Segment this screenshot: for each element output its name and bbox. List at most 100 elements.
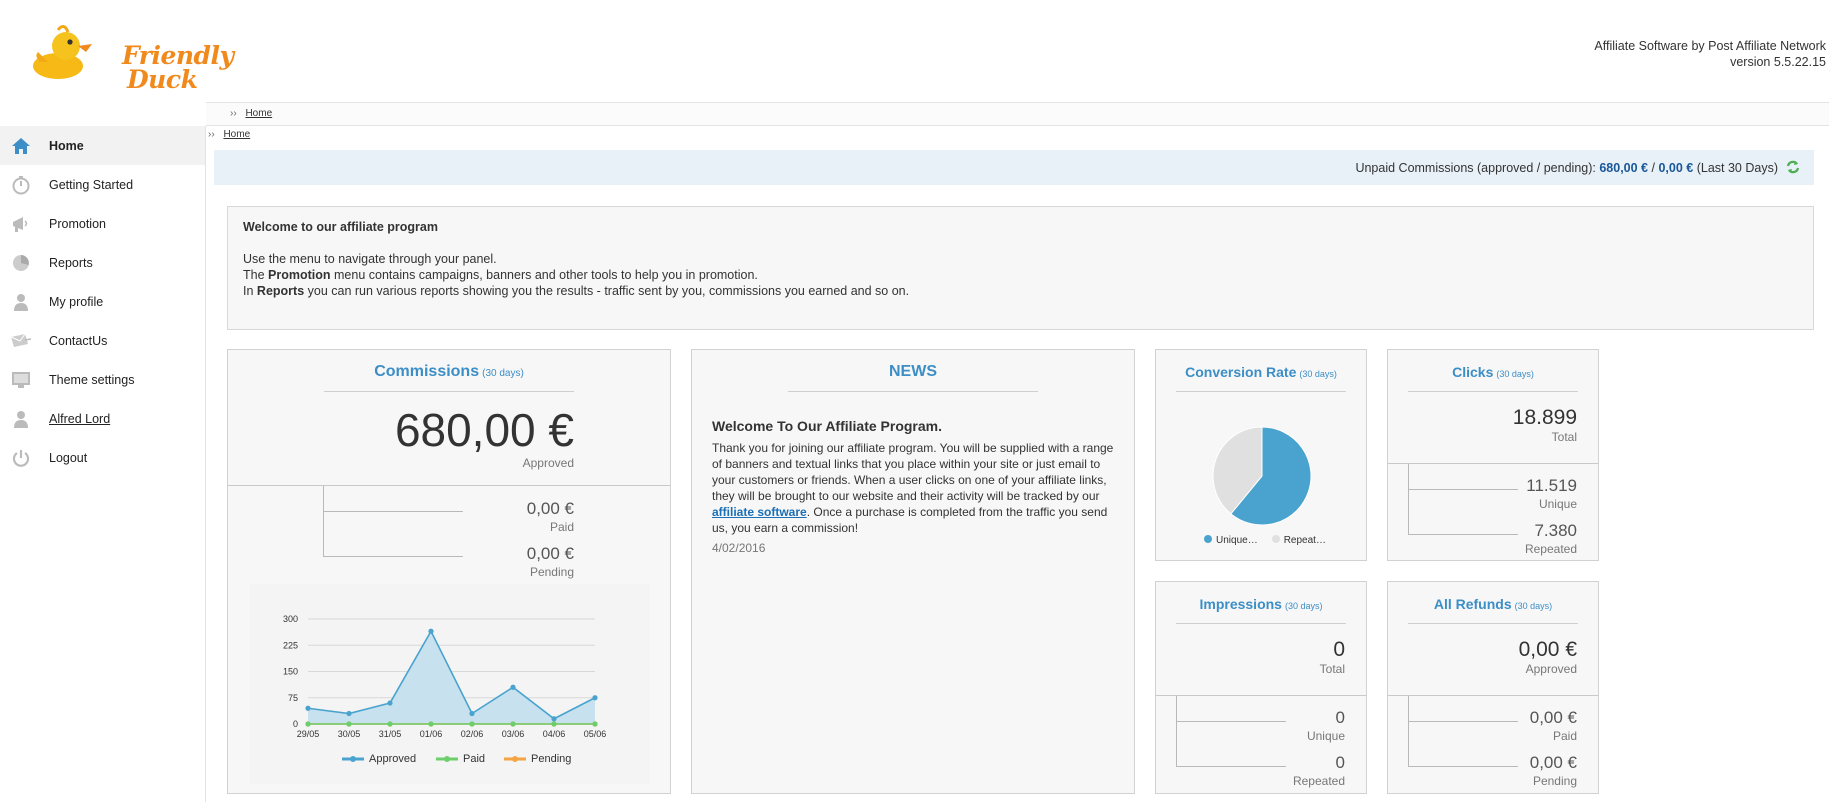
breadcrumb-arrow-icon: ››	[208, 129, 215, 140]
title-text: Impressions	[1199, 596, 1282, 612]
sidebar-item-label: Reports	[49, 255, 93, 270]
unique-value: 0	[1335, 708, 1345, 727]
affiliate-software-link[interactable]: affiliate software	[712, 505, 807, 519]
news-headline: Welcome To Our Affiliate Program.	[712, 418, 943, 434]
title-text: All Refunds	[1433, 596, 1512, 612]
title-text: Clicks	[1452, 364, 1494, 380]
tree-line	[1176, 696, 1177, 766]
divider	[788, 391, 1038, 392]
approved-amount: 680,00 €	[1599, 160, 1649, 175]
sidebar-item-my-profile[interactable]: My profile	[0, 282, 205, 321]
unique-value: 11.519	[1526, 476, 1577, 495]
breadcrumb-secondary: ›› Home	[206, 129, 250, 140]
divider	[324, 391, 574, 392]
x-tick-label: 05/06	[584, 729, 607, 739]
sidebar: Home Getting Started Promotion Reports M…	[0, 126, 206, 802]
refunds-widget: All Refunds (30 days) 0,00 € Approved 0,0…	[1387, 581, 1599, 794]
sidebar-item-home[interactable]: Home	[0, 126, 205, 165]
paid-value: 0,00 €	[526, 499, 574, 518]
reports-strong: Reports	[256, 284, 305, 298]
pending-value: 0,00 €	[1529, 753, 1577, 772]
tree-line	[1408, 464, 1409, 534]
legend-dot-icon	[1271, 535, 1280, 543]
sidebar-item-theme-settings[interactable]: Theme settings	[0, 360, 205, 399]
widget-title: NEWS	[889, 363, 937, 380]
legend-marker	[444, 756, 450, 762]
breadcrumb-home-link[interactable]: Home	[245, 108, 272, 119]
period-label: (30 days)	[1496, 369, 1534, 379]
commissions-chart: 0 75 150 225 300 29/05 30/05 31/05 01/06 02/06 03/…	[250, 584, 650, 784]
repeated-value: 7.380	[1534, 521, 1577, 540]
user-icon	[10, 408, 32, 430]
x-tick-label: 29/05	[297, 729, 320, 739]
legend-repeated: Repeat…	[1271, 535, 1326, 546]
data-point-approved	[305, 705, 311, 711]
promotion-strong: Promotion	[268, 268, 331, 282]
legend-label: Paid	[463, 753, 485, 765]
x-tick-label: 30/05	[338, 729, 361, 739]
clicks-unique-pair: 11.519 Unique	[1526, 476, 1577, 511]
y-tick-label: 300	[283, 614, 298, 624]
data-point-paid	[592, 721, 598, 727]
divider	[1408, 623, 1578, 624]
legend-marker	[512, 756, 518, 762]
period-label: (30 days)	[1284, 601, 1323, 611]
data-point-approved	[592, 695, 598, 701]
separator: /	[1651, 160, 1655, 175]
refunds-breakdown: 0,00 € Paid 0,00 € Pending	[1388, 695, 1598, 794]
commissions-widget: Commissions (30 days) 680,00 € Approved 0…	[227, 349, 671, 794]
welcome-line: In Reports you can run various reports s…	[243, 283, 1798, 299]
period-label: (30 days)	[1514, 601, 1553, 611]
pending-pair: 0,00 € Pending	[527, 544, 574, 579]
unique-label: Unique	[1306, 729, 1345, 743]
data-point-paid	[510, 721, 516, 727]
data-point-approved	[551, 716, 557, 722]
sidebar-item-logout[interactable]: Logout	[0, 438, 205, 477]
data-point-paid	[469, 721, 475, 727]
sidebar-item-getting-started[interactable]: Getting Started	[0, 165, 205, 204]
sidebar-item-contactus[interactable]: ContactUs	[0, 321, 205, 360]
pie-legend: Unique… Repeat…	[1204, 535, 1326, 546]
approved-value: 680,00 €	[394, 404, 574, 456]
legend-label: Approved	[369, 753, 416, 765]
pie-chart-icon	[10, 252, 32, 274]
news-content: Welcome To Our Affiliate Program. Thank …	[692, 418, 1134, 555]
text: you can run various reports showing you …	[307, 284, 910, 298]
sidebar-item-promotion[interactable]: Promotion	[0, 204, 205, 243]
data-point-paid	[428, 721, 434, 727]
impressions-repeated-pair: 0 Repeated	[1293, 753, 1345, 788]
repeated-label: Repeated	[1524, 542, 1577, 556]
text: In	[243, 284, 254, 298]
user-icon	[10, 291, 32, 313]
sidebar-item-reports[interactable]: Reports	[0, 243, 205, 282]
breadcrumb-home-link[interactable]: Home	[223, 129, 250, 140]
data-point-approved	[428, 628, 434, 634]
paid-label: Paid	[549, 520, 574, 534]
sidebar-item-user-account[interactable]: Alfred Lord	[0, 399, 205, 438]
welcome-title: Welcome to our affiliate program	[243, 220, 438, 234]
welcome-panel: Welcome to our affiliate program Use the…	[227, 206, 1814, 330]
legend-dot-icon	[1204, 535, 1212, 543]
megaphone-icon	[10, 213, 32, 235]
sidebar-item-label: Logout	[49, 450, 88, 465]
news-body: Thank you for joining our affiliate prog…	[712, 440, 1114, 536]
impressions-total-value: 0	[1333, 638, 1345, 661]
divider	[1408, 391, 1578, 392]
data-point-paid	[305, 721, 311, 727]
divider	[1176, 391, 1346, 392]
breadcrumb: ›› Home	[206, 102, 1829, 126]
repeated-value: 0	[1335, 753, 1345, 772]
tree-line	[323, 556, 463, 557]
sidebar-item-label: Home	[49, 138, 84, 153]
text: The	[243, 268, 265, 282]
period-label: (30 days)	[1299, 369, 1337, 379]
data-point-approved	[510, 684, 516, 690]
title-text: Conversion Rate	[1185, 364, 1297, 380]
clicks-repeated-pair: 7.380 Repeated	[1525, 521, 1577, 556]
x-tick-label: 03/06	[502, 729, 525, 739]
refunds-approved-value: 0,00 €	[1518, 638, 1577, 661]
refresh-icon[interactable]	[1786, 160, 1800, 177]
stopwatch-icon	[10, 174, 32, 196]
tree-line	[1408, 489, 1518, 490]
product-name: Affiliate Software by Post Affiliate Net…	[1594, 39, 1826, 53]
